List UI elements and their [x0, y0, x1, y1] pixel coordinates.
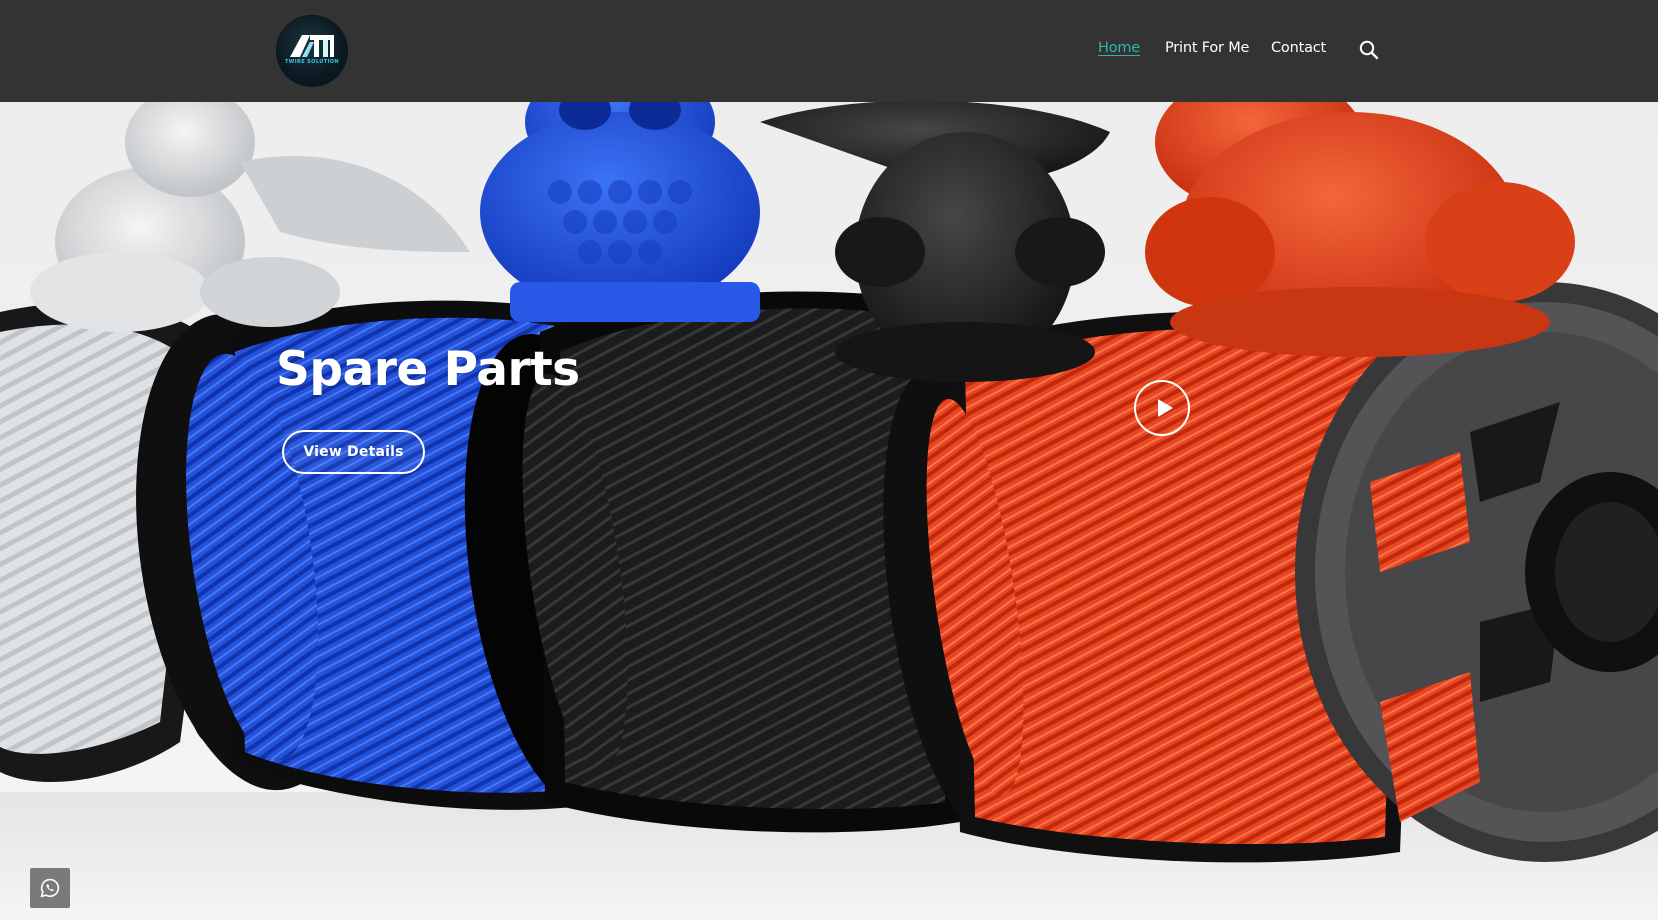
nav-print-for-me[interactable]: Print For Me: [1165, 40, 1249, 56]
play-icon: [1158, 399, 1173, 417]
logo-mark-icon: [290, 35, 334, 57]
view-details-button[interactable]: View Details: [282, 430, 425, 474]
whatsapp-button[interactable]: [30, 868, 70, 908]
site-header: TWIRE SOLUTION Home Print For Me Contact: [0, 0, 1658, 102]
hero-slider: Spare Parts View Details: [0, 102, 1658, 920]
page: TWIRE SOLUTION Home Print For Me Contact: [0, 0, 1658, 920]
site-logo[interactable]: TWIRE SOLUTION: [276, 15, 348, 87]
nav-contact[interactable]: Contact: [1271, 40, 1326, 56]
play-video-button[interactable]: [1134, 380, 1190, 436]
logo-text: TWIRE SOLUTION: [284, 59, 340, 65]
whatsapp-icon: [40, 878, 60, 898]
hero-image: [0, 102, 1658, 920]
hero-title: Spare Parts: [276, 342, 580, 397]
search-icon[interactable]: [1358, 39, 1380, 61]
nav-home[interactable]: Home: [1098, 40, 1140, 56]
